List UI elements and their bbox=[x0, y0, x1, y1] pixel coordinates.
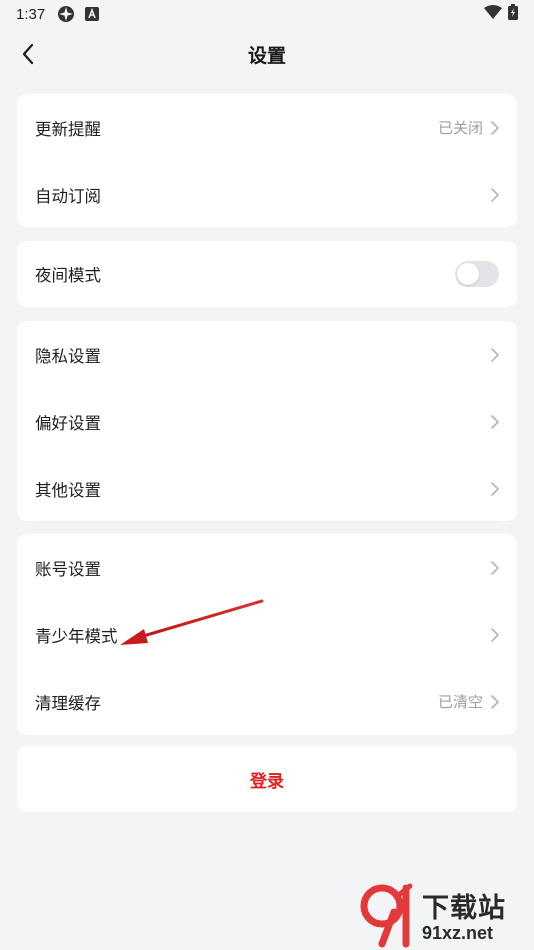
night-mode-row: 夜间模式 bbox=[17, 241, 517, 307]
update-reminder-row[interactable]: 更新提醒 已关闭 bbox=[17, 94, 517, 161]
chevron-right-icon bbox=[491, 187, 499, 202]
divider bbox=[35, 521, 499, 522]
status-time: 1:37 bbox=[16, 5, 46, 23]
watermark-url: 91xz.net bbox=[422, 923, 494, 943]
chevron-right-icon bbox=[491, 560, 499, 575]
top-app-bar: 设置 bbox=[0, 30, 534, 78]
preference-settings-label: 偏好设置 bbox=[35, 413, 101, 433]
preference-settings-card: 隐私设置 偏好设置 其他设置 bbox=[17, 321, 517, 522]
chevron-right-icon bbox=[491, 694, 499, 709]
auto-subscribe-label: 自动订阅 bbox=[35, 186, 101, 206]
wifi-icon bbox=[484, 5, 502, 23]
auto-subscribe-row[interactable]: 自动订阅 bbox=[17, 161, 517, 228]
chevron-right-icon bbox=[491, 120, 499, 135]
teen-mode-label: 青少年模式 bbox=[35, 626, 118, 646]
clear-cache-label: 清理缓存 bbox=[35, 693, 101, 713]
account-settings-row[interactable]: 账号设置 bbox=[17, 534, 517, 601]
display-settings-card: 夜间模式 bbox=[17, 241, 517, 307]
battery-icon bbox=[508, 4, 518, 24]
chevron-right-icon bbox=[491, 627, 499, 642]
night-mode-toggle[interactable] bbox=[455, 261, 499, 287]
font-notification-icon bbox=[85, 7, 100, 21]
night-mode-label: 夜间模式 bbox=[35, 266, 101, 285]
privacy-settings-label: 隐私设置 bbox=[35, 346, 101, 366]
chevron-right-icon bbox=[491, 347, 499, 362]
toggle-knob bbox=[457, 263, 479, 285]
login-card: 登录 bbox=[17, 746, 517, 812]
login-button[interactable]: 登录 bbox=[17, 746, 517, 812]
notification-settings-card: 更新提醒 已关闭 自动订阅 bbox=[17, 94, 517, 227]
update-reminder-label: 更新提醒 bbox=[35, 119, 101, 139]
update-reminder-value: 已关闭 bbox=[437, 119, 483, 137]
account-settings-label: 账号设置 bbox=[35, 559, 101, 579]
watermark-text: 下载站 91xz.net bbox=[422, 886, 506, 944]
privacy-settings-row[interactable]: 隐私设置 bbox=[17, 321, 517, 388]
other-settings-row[interactable]: 其他设置 bbox=[17, 455, 517, 522]
app-notification-icon bbox=[57, 5, 75, 23]
watermark-logo-icon bbox=[360, 883, 413, 948]
back-arrow-icon bbox=[22, 43, 34, 65]
chevron-right-icon bbox=[491, 481, 499, 496]
clear-cache-row[interactable]: 清理缓存 已清空 bbox=[17, 668, 517, 735]
page-title: 设置 bbox=[247, 44, 286, 67]
other-settings-label: 其他设置 bbox=[35, 480, 101, 500]
back-button[interactable] bbox=[14, 40, 42, 68]
chevron-right-icon bbox=[491, 414, 499, 429]
preference-settings-row[interactable]: 偏好设置 bbox=[17, 388, 517, 455]
watermark: 下载站 91xz.net bbox=[360, 880, 534, 950]
clear-cache-value: 已清空 bbox=[437, 693, 483, 711]
status-bar: 1:37 bbox=[0, 0, 534, 28]
watermark-brand: 下载站 bbox=[422, 893, 506, 923]
annotation-arrow-icon bbox=[120, 599, 264, 645]
